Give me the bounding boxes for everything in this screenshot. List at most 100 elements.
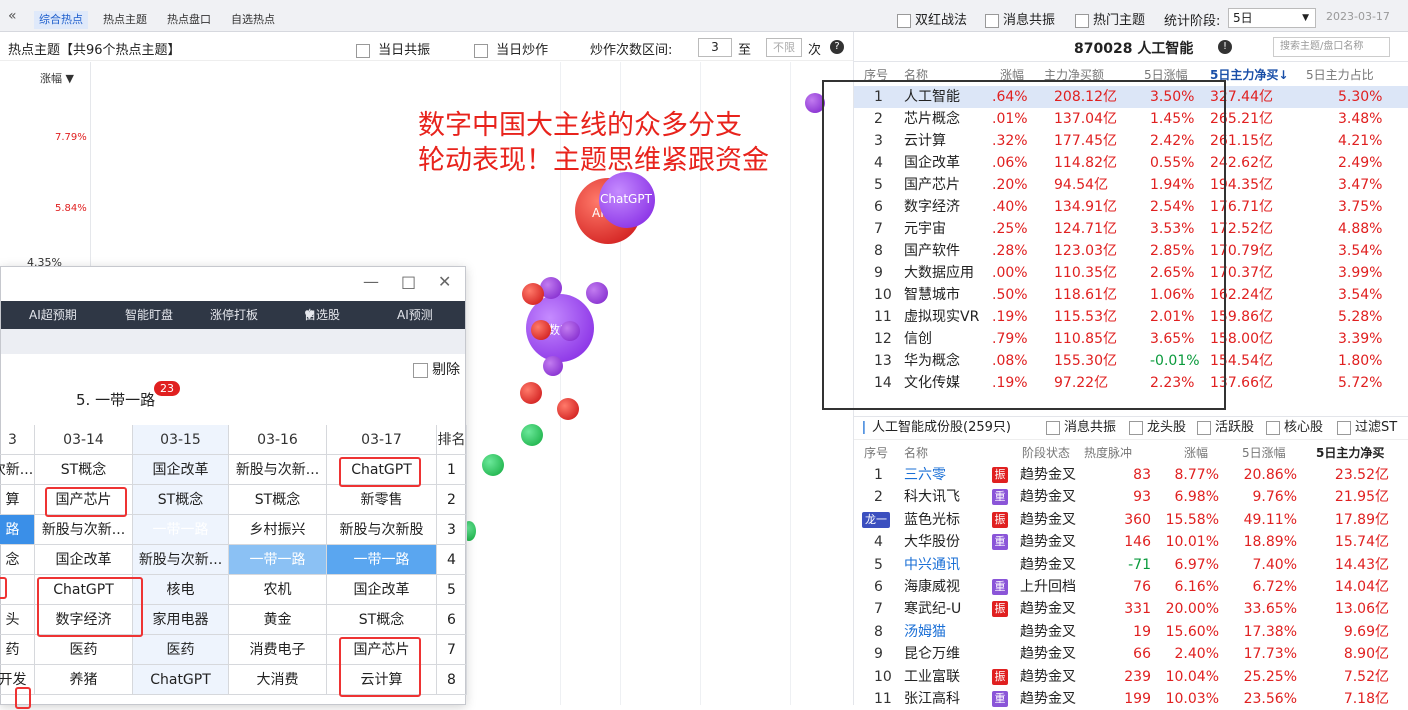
opt-same-day-hype[interactable]: 当日炒作: [474, 39, 548, 58]
col-header[interactable]: 名称: [904, 443, 928, 463]
stock-row[interactable]: 5 中兴通讯 趋势金叉 -71 6.97% 7.40% 14.43亿: [854, 554, 1408, 576]
maximize-icon[interactable]: □: [401, 272, 416, 291]
grid-cell[interactable]: 农机: [229, 575, 327, 605]
grid-cell[interactable]: 新股与次新...: [229, 455, 327, 485]
nav-ai-predict[interactable]: AI预测: [397, 301, 433, 329]
grid-cell[interactable]: 国企改革: [327, 575, 437, 605]
nav-ai-beyond[interactable]: AI超预期: [29, 301, 77, 329]
stock-row[interactable]: 9 昆仑万维 趋势金叉 66 2.40% 17.73% 8.90亿: [854, 643, 1408, 665]
stock-filter-st[interactable]: 过滤ST: [1337, 417, 1397, 439]
theme-bubble[interactable]: [531, 320, 551, 340]
grid-cell[interactable]: 新股与次新...: [133, 545, 229, 575]
stage-select[interactable]: 5日 ▼: [1228, 8, 1316, 28]
grid-cell[interactable]: ST概念: [327, 605, 437, 635]
grid-cell[interactable]: 新股与次新股: [327, 515, 437, 545]
col-header[interactable]: 热度脉冲: [1084, 443, 1132, 463]
stock-filter-news[interactable]: 消息共振: [1046, 417, 1116, 439]
stock-row[interactable]: 8 汤姆猫 趋势金叉 19 15.60% 17.38% 9.69亿: [854, 621, 1408, 643]
close-icon[interactable]: ✕: [438, 272, 451, 291]
grid-cell[interactable]: 4: [437, 545, 467, 575]
grid-cell[interactable]: ST概念: [229, 485, 327, 515]
grid-cell[interactable]: 乡村振兴: [229, 515, 327, 545]
nav-limit-up[interactable]: 涨停打板: [210, 301, 258, 329]
checkbox-icon[interactable]: [985, 13, 999, 28]
window-titlebar[interactable]: — □ ✕: [1, 267, 465, 301]
grid-cell[interactable]: 一带一路: [327, 545, 437, 575]
grid-cell[interactable]: 新零售: [327, 485, 437, 515]
checkbox-icon[interactable]: [1129, 420, 1143, 435]
checkbox-icon[interactable]: [897, 13, 911, 28]
checkbox-icon[interactable]: [1046, 420, 1060, 435]
col-header[interactable]: 5日主力净买: [1316, 443, 1384, 463]
stock-filter-core[interactable]: 核心股: [1266, 417, 1323, 439]
tab-comprehensive-hot[interactable]: 综合热点: [34, 11, 88, 29]
grid-cell[interactable]: 念: [0, 545, 35, 575]
grid-cell[interactable]: 路: [0, 515, 35, 545]
stock-row[interactable]: 6 海康威视 重上升回档 76 6.16% 6.72% 14.04亿: [854, 576, 1408, 598]
grid-cell[interactable]: 国企改革: [133, 455, 229, 485]
stock-row[interactable]: 7 寒武纪-U 振趋势金叉 331 20.00% 33.65% 13.06亿: [854, 598, 1408, 620]
grid-cell[interactable]: 家用电器: [133, 605, 229, 635]
help-icon[interactable]: ?: [830, 40, 844, 54]
checkbox-icon[interactable]: [474, 43, 488, 58]
stock-row[interactable]: 2 科大讯飞 重趋势金叉 93 6.98% 9.76% 21.95亿: [854, 486, 1408, 508]
range-min-input[interactable]: 3: [698, 38, 732, 57]
checkbox-icon[interactable]: [413, 362, 428, 378]
info-icon[interactable]: !: [1218, 40, 1232, 54]
col-header[interactable]: 5日主力占比: [1306, 65, 1374, 85]
theme-bubble[interactable]: [557, 398, 579, 420]
stock-row[interactable]: 11 张江高科重趋势金叉 199 10.03% 23.56% 7.18亿: [854, 688, 1408, 710]
grid-cell[interactable]: 医药: [35, 635, 133, 665]
grid-cell[interactable]: 1: [437, 455, 467, 485]
stock-row[interactable]: 1 三六零 振趋势金叉 83 8.77% 20.86% 23.52亿: [854, 464, 1408, 486]
filter-hot-theme[interactable]: 热门主题: [1075, 9, 1145, 28]
grid-cell[interactable]: 头: [0, 605, 35, 635]
grid-cell[interactable]: 养猪: [35, 665, 133, 695]
grid-cell[interactable]: ChatGPT: [133, 665, 229, 695]
grid-cell[interactable]: 核电: [133, 575, 229, 605]
col-header[interactable]: 涨幅: [1184, 443, 1208, 463]
grid-cell[interactable]: 2: [437, 485, 467, 515]
grid-cell[interactable]: 8: [437, 665, 467, 695]
filter-news-resonance[interactable]: 消息共振: [985, 9, 1055, 28]
grid-cell[interactable]: 3: [437, 515, 467, 545]
grid-cell[interactable]: 大消费: [229, 665, 327, 695]
col-header[interactable]: 阶段状态: [1022, 443, 1070, 463]
opt-same-day-resonance[interactable]: 当日共振: [356, 39, 430, 58]
date-field[interactable]: 2023-03-17: [1326, 10, 1408, 23]
theme-bubble[interactable]: [543, 356, 563, 376]
stock-filter-leader[interactable]: 龙头股: [1129, 417, 1186, 439]
col-header[interactable]: 序号: [864, 443, 888, 463]
stock-row[interactable]: 4 大华股份 重趋势金叉 146 10.01% 18.89% 15.74亿: [854, 531, 1408, 553]
theme-bubble[interactable]: [586, 282, 608, 304]
grid-cell[interactable]: 7: [437, 635, 467, 665]
stock-row[interactable]: 10 工业富联 振趋势金叉 239 10.04% 25.25% 7.52亿: [854, 666, 1408, 688]
theme-bubble[interactable]: [521, 424, 543, 446]
grid-cell[interactable]: 算: [0, 485, 35, 515]
theme-bubble[interactable]: [520, 382, 542, 404]
filter-double-red[interactable]: 双红战法: [897, 9, 967, 28]
checkbox-icon[interactable]: [1197, 420, 1211, 435]
grid-cell[interactable]: 次新...: [0, 455, 35, 485]
checkbox-icon[interactable]: [356, 43, 370, 58]
exclude-toggle[interactable]: 剔除: [413, 359, 460, 379]
grid-cell[interactable]: 6: [437, 605, 467, 635]
tab-hot-market[interactable]: 热点盘口: [162, 11, 216, 29]
col-header[interactable]: 5日涨幅: [1242, 443, 1286, 463]
grid-cell[interactable]: 5: [437, 575, 467, 605]
theme-bubble[interactable]: [522, 283, 544, 305]
checkbox-icon[interactable]: [1075, 13, 1089, 28]
grid-cell[interactable]: ST概念: [35, 455, 133, 485]
grid-cell[interactable]: 国企改革: [35, 545, 133, 575]
checkbox-icon[interactable]: [1266, 420, 1280, 435]
search-input[interactable]: 搜索主题/盘口名称: [1273, 37, 1390, 57]
tab-favorite-hot[interactable]: 自选热点: [226, 11, 280, 29]
range-max-input[interactable]: 不限: [766, 38, 802, 57]
collapse-left-icon[interactable]: «: [8, 8, 17, 24]
nav-smart-watch[interactable]: 智能盯盘: [125, 301, 173, 329]
theme-bubble[interactable]: [560, 321, 580, 341]
grid-cell[interactable]: 新股与次新...: [35, 515, 133, 545]
grid-cell[interactable]: 一带一路: [133, 515, 229, 545]
grid-cell[interactable]: 医药: [133, 635, 229, 665]
grid-cell[interactable]: ST概念: [133, 485, 229, 515]
